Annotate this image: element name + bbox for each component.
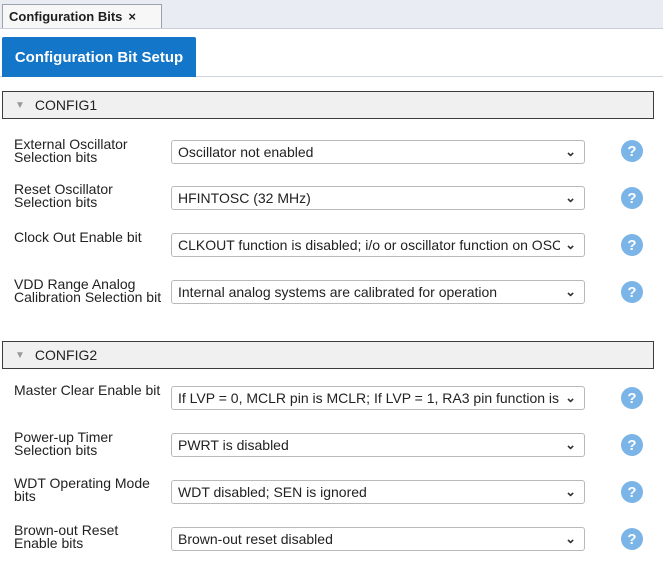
tab-configuration-bits[interactable]: Configuration Bits ×	[2, 4, 162, 28]
chevron-down-icon: ⌄	[565, 437, 576, 452]
section-header-config2[interactable]: ▼ CONFIG2	[2, 341, 654, 369]
setting-label: Reset Oscillator Selection bits	[14, 181, 113, 210]
help-icon[interactable]: ?	[621, 140, 643, 162]
setting-label: VDD Range Analog Calibration Selection b…	[14, 276, 162, 305]
select-value: PWRT is disabled	[178, 437, 289, 453]
setting-select-vdd-range[interactable]: Internal analog systems are calibrated f…	[171, 280, 585, 304]
triangle-down-icon: ▼	[15, 99, 25, 111]
setting-select-power-up-timer[interactable]: PWRT is disabled ⌄	[171, 433, 585, 457]
chevron-down-icon: ⌄	[565, 144, 576, 159]
setting-label: Master Clear Enable bit	[14, 382, 161, 398]
help-icon[interactable]: ?	[621, 387, 643, 409]
select-value: If LVP = 0, MCLR pin is MCLR; If LVP = 1…	[178, 390, 560, 406]
section-title: CONFIG1	[34, 97, 98, 113]
help-icon[interactable]: ?	[621, 528, 643, 550]
setting-label: External Oscillator Selection bits	[14, 136, 128, 165]
help-icon[interactable]: ?	[621, 234, 643, 256]
setting-select-wdt-mode[interactable]: WDT disabled; SEN is ignored ⌄	[171, 480, 585, 504]
help-icon[interactable]: ?	[621, 281, 643, 303]
select-value: WDT disabled; SEN is ignored	[178, 484, 367, 500]
setting-select-external-oscillator[interactable]: Oscillator not enabled ⌄	[171, 140, 585, 164]
setting-label: Brown-out Reset Enable bits	[14, 522, 119, 551]
setting-label: Power-up Timer Selection bits	[14, 429, 113, 458]
select-value: HFINTOSC (32 MHz)	[178, 190, 311, 206]
help-icon[interactable]: ?	[621, 481, 643, 503]
setting-select-master-clear[interactable]: If LVP = 0, MCLR pin is MCLR; If LVP = 1…	[171, 386, 585, 410]
chevron-down-icon: ⌄	[565, 484, 576, 499]
tab-configuration-bit-setup[interactable]: Configuration Bit Setup	[2, 37, 196, 77]
sub-tab-bar: Configuration Bit Setup	[0, 29, 663, 77]
chevron-down-icon: ⌄	[565, 237, 576, 252]
select-value: Oscillator not enabled	[178, 144, 314, 160]
chevron-down-icon: ⌄	[565, 190, 576, 205]
chevron-down-icon: ⌄	[565, 390, 576, 405]
select-value: Brown-out reset disabled	[178, 531, 333, 547]
triangle-down-icon: ▼	[15, 349, 25, 361]
select-value: Internal analog systems are calibrated f…	[178, 284, 498, 300]
setting-select-reset-oscillator[interactable]: HFINTOSC (32 MHz) ⌄	[171, 186, 585, 210]
help-icon[interactable]: ?	[621, 187, 643, 209]
setting-label: Clock Out Enable bit	[14, 229, 142, 245]
close-icon[interactable]: ×	[128, 9, 136, 24]
section-header-config1[interactable]: ▼ CONFIG1	[2, 91, 654, 119]
setting-label: WDT Operating Mode bits	[14, 475, 150, 504]
chevron-down-icon: ⌄	[565, 284, 576, 299]
setting-select-brown-out-reset[interactable]: Brown-out reset disabled ⌄	[171, 527, 585, 551]
chevron-down-icon: ⌄	[565, 531, 576, 546]
section-title: CONFIG2	[34, 347, 98, 363]
sub-tab-label: Configuration Bit Setup	[14, 48, 184, 66]
setting-select-clock-out[interactable]: CLKOUT function is disabled; i/o or osci…	[171, 233, 585, 257]
tab-label: Configuration Bits	[9, 9, 123, 24]
help-icon[interactable]: ?	[621, 434, 643, 456]
document-tab-bar: Configuration Bits ×	[0, 0, 663, 29]
select-value: CLKOUT function is disabled; i/o or osci…	[178, 237, 560, 253]
